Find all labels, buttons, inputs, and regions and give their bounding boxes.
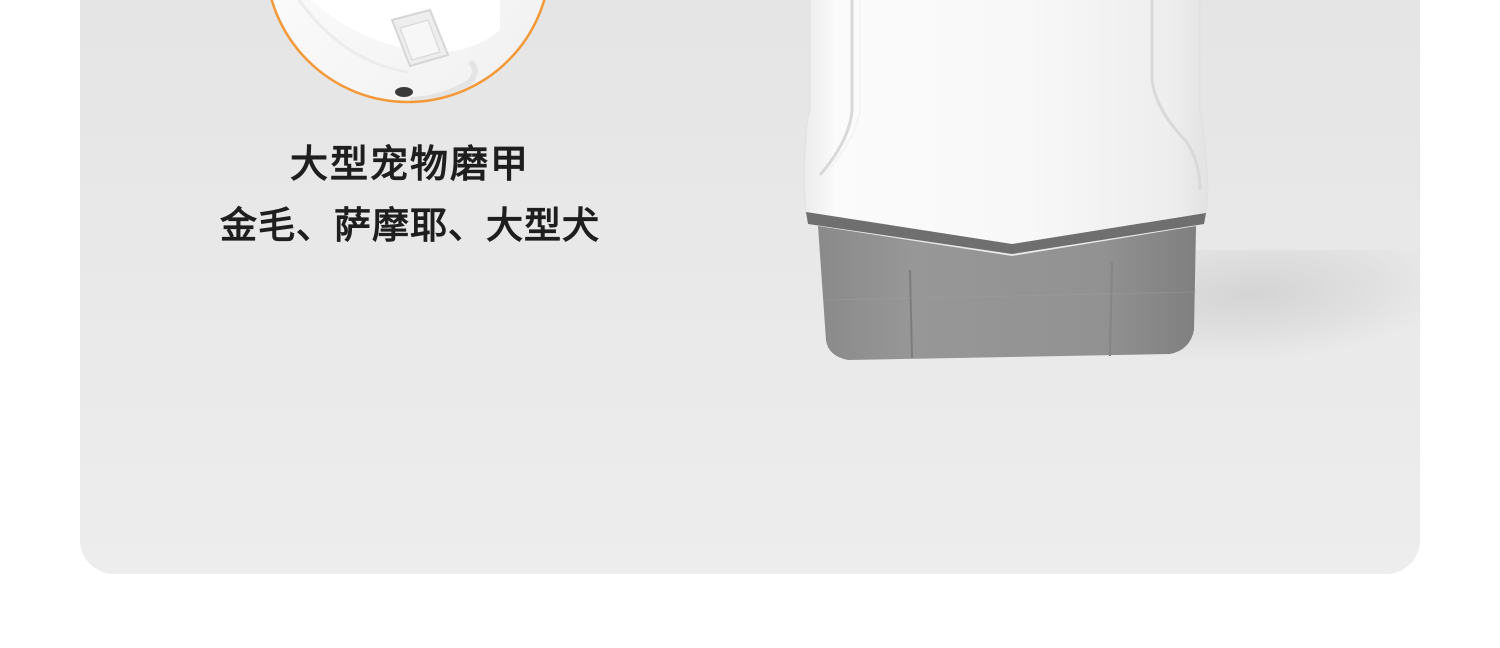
inset-grinder-closeup — [266, 0, 550, 102]
product-caption: 大型宠物磨甲 金毛、萨摩耶、大型犬 — [180, 140, 640, 250]
inset-detail-circle — [266, 0, 550, 104]
product-illustration — [266, 0, 1209, 360]
product-detail-page: 大型宠物磨甲 金毛、萨摩耶、大型犬 — [0, 0, 1500, 648]
nail-grinder-device — [803, 0, 1209, 360]
caption-title: 大型宠物磨甲 — [289, 142, 530, 186]
caption-subtitle: 金毛、萨摩耶、大型犬 — [220, 204, 600, 247]
